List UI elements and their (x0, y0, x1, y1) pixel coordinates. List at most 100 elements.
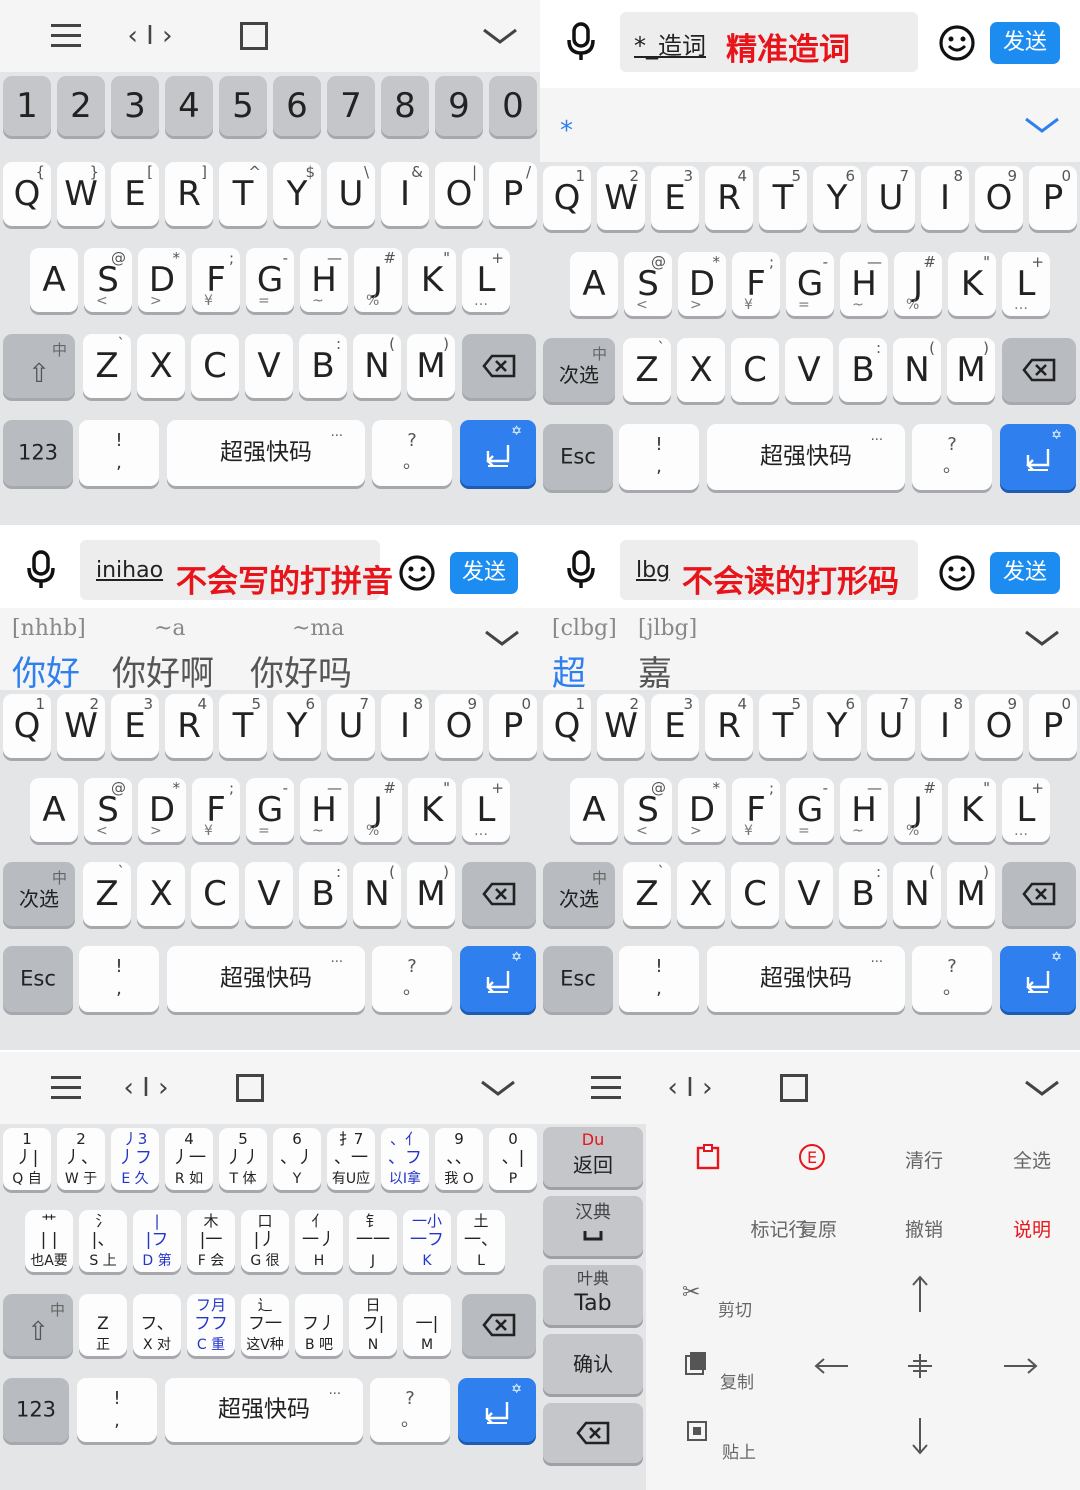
stroke-key[interactable]: フ丿 B 吧 (295, 1294, 343, 1356)
text-input[interactable]: inihao 不会写的打拼音 (80, 540, 393, 600)
question-period-key[interactable]: ?。 (912, 424, 992, 490)
arrow-right-icon[interactable] (1002, 1356, 1038, 1380)
key-g[interactable]: G - = (246, 778, 294, 842)
key-s[interactable]: S @ < (84, 248, 132, 312)
emoji-icon[interactable] (938, 24, 976, 66)
key-r[interactable]: R4 (705, 694, 753, 758)
numbers-button[interactable]: 123 (3, 420, 73, 486)
key-q[interactable]: Q1 (543, 694, 591, 758)
key-w[interactable]: W} (57, 162, 105, 226)
key-u[interactable]: U \ (327, 162, 375, 226)
key-c[interactable]: C (191, 862, 239, 926)
key-y[interactable]: Y $ (273, 162, 321, 226)
key-q[interactable]: Q1 (543, 166, 591, 230)
key-b[interactable]: B: (839, 338, 887, 402)
back-button[interactable]: Du 返回 (543, 1127, 643, 1187)
paste-button[interactable]: 贴上 (686, 1420, 766, 1463)
question-period-key[interactable]: ?。 (370, 1378, 450, 1442)
square-icon[interactable] (238, 0, 270, 72)
enter-button[interactable]: ✡ (1000, 424, 1076, 490)
exclamation-comma-key[interactable]: !, (77, 1378, 157, 1442)
key-z[interactable]: Z ` (623, 862, 671, 926)
key-b[interactable]: B: (299, 862, 347, 926)
key-u[interactable]: U7 (327, 694, 375, 758)
han-dict-button[interactable]: 汉典 (543, 1196, 643, 1256)
candidate-word[interactable]: 你好 (12, 646, 80, 695)
key-i[interactable]: I8 (921, 694, 969, 758)
key-n[interactable]: N( (893, 338, 941, 402)
key-d[interactable]: D * > (678, 252, 726, 316)
key-r[interactable]: R4 (705, 166, 753, 230)
key-z[interactable]: Z ` (623, 338, 671, 402)
key-s[interactable]: S @ < (624, 252, 672, 316)
key-e[interactable]: E3 (651, 166, 699, 230)
key-g[interactable]: G - = (786, 778, 834, 842)
key-x[interactable]: X (137, 862, 185, 926)
stroke-key[interactable]: Z正 (79, 1294, 127, 1356)
text-input[interactable]: lbg 不会读的打形码 (620, 540, 918, 600)
next-candidate-button[interactable]: 中次选 (543, 862, 615, 926)
chevron-down-icon[interactable] (1020, 88, 1064, 162)
key-x[interactable]: X (677, 338, 725, 402)
enter-button[interactable]: ✡ (458, 1378, 536, 1442)
backspace-button[interactable] (462, 862, 536, 926)
key-number-1[interactable]: 1 (3, 76, 51, 136)
key-c[interactable]: C (731, 338, 779, 402)
key-t[interactable]: T ^ (219, 162, 267, 226)
key-m[interactable]: M) (407, 334, 455, 398)
backspace-button[interactable] (543, 1403, 643, 1463)
key-t[interactable]: T5 (759, 166, 807, 230)
key-f[interactable]: F; ¥ (192, 778, 240, 842)
send-button[interactable]: 发送 (990, 22, 1060, 64)
esc-button[interactable]: Esc (543, 946, 613, 1012)
key-e[interactable]: E3 (651, 694, 699, 758)
stroke-key[interactable]: 9、、我 O (435, 1128, 483, 1190)
key-b[interactable]: B: (839, 862, 887, 926)
move-cursor-icon[interactable] (906, 1352, 934, 1384)
key-t[interactable]: T5 (759, 694, 807, 758)
key-y[interactable]: Y6 (813, 166, 861, 230)
confirm-button[interactable]: 确认 (543, 1334, 643, 1394)
key-v[interactable]: V (245, 334, 293, 398)
key-j[interactable]: J #% (894, 252, 942, 316)
space-bar[interactable]: 超强快码 ··· (165, 1378, 363, 1442)
text-input[interactable]: *_造词 精准造词 (620, 12, 918, 72)
backspace-button[interactable] (462, 334, 536, 398)
stroke-key[interactable]: 一小 一フ K (403, 1210, 451, 1272)
key-i[interactable]: I8 (381, 694, 429, 758)
question-period-key[interactable]: ?。 (372, 420, 452, 486)
key-n[interactable]: N( (353, 334, 401, 398)
stroke-key[interactable]: 4 丿一 R 如 (165, 1128, 213, 1190)
backspace-button[interactable] (462, 1294, 536, 1356)
key-v[interactable]: V (785, 862, 833, 926)
key-number-9[interactable]: 9 (435, 76, 483, 136)
key-l[interactable]: L +… (462, 778, 510, 842)
candidate-word[interactable]: 你好啊 (112, 646, 214, 695)
key-r[interactable]: R] (165, 162, 213, 226)
key-number-4[interactable]: 4 (165, 76, 213, 136)
key-j[interactable]: J #% (354, 778, 402, 842)
exclamation-comma-key[interactable]: !, (619, 946, 699, 1012)
chevron-down-icon[interactable] (1022, 1052, 1062, 1124)
key-number-5[interactable]: 5 (219, 76, 267, 136)
key-v[interactable]: V (785, 338, 833, 402)
key-f[interactable]: F; ¥ (192, 248, 240, 312)
key-number-2[interactable]: 2 (57, 76, 105, 136)
exclamation-comma-key[interactable]: !, (79, 946, 159, 1012)
key-g[interactable]: G - = (246, 248, 294, 312)
key-o[interactable]: O9 (975, 694, 1023, 758)
key-s[interactable]: S @ < (624, 778, 672, 842)
key-z[interactable]: Z ` (83, 334, 131, 398)
key-k[interactable]: K " (408, 778, 456, 842)
cursor-icon[interactable]: ‹ I › (118, 1052, 174, 1124)
send-button[interactable]: 发送 (450, 552, 518, 594)
key-number-8[interactable]: 8 (381, 76, 429, 136)
key-s[interactable]: S @ < (84, 778, 132, 842)
key-q[interactable]: Q{ (3, 162, 51, 226)
copy-button[interactable]: 复制 (684, 1350, 764, 1393)
stroke-key[interactable]: 2 丿、 W 于 (57, 1128, 105, 1190)
space-bar[interactable]: 超强快码 ··· (707, 946, 905, 1012)
enter-button[interactable]: ✡ (460, 946, 536, 1012)
key-b[interactable]: B: (299, 334, 347, 398)
stroke-key[interactable]: 口 |丿 G 很 (241, 1210, 289, 1272)
